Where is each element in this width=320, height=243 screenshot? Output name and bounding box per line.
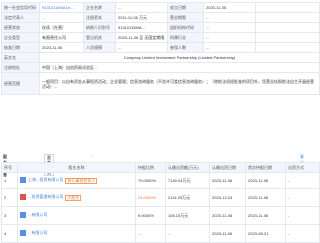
reg-value-extra [255, 2, 320, 13]
method-cell: - [285, 172, 320, 189]
method-cell: - [285, 206, 320, 225]
company-avatar [20, 212, 26, 219]
shareholder-link[interactable]: ...有限公司 [28, 231, 47, 236]
header-cell: 持股比例 [135, 162, 166, 173]
amount-cell: 7140.04万元 [165, 172, 210, 189]
reg-value: 存续（在营） [39, 22, 84, 33]
table-row: 3 ...有限公司 9.0000% 105.15万元 2023-11-06 20… [1, 206, 320, 225]
reg-value: 2011-11-06 万元 [115, 12, 168, 23]
reg-value: ... [203, 22, 256, 33]
ratio-cell: 70.0000% [135, 172, 166, 189]
reg-label: 所属行业 [167, 32, 204, 43]
reg-value: ... [203, 12, 256, 23]
date-cell: 2023-11-06 [209, 206, 246, 225]
row-index: 2 [1, 188, 18, 207]
amount-cell: 105.15万元 [165, 206, 210, 225]
date-cell: 2023-11-06 [209, 172, 246, 189]
company-avatar [20, 194, 26, 201]
legal-rep-link[interactable]: ... [42, 15, 45, 20]
address-value: 中国（上海）自由贸易试验区... [39, 62, 320, 73]
amount-cell: 2114.29万元 [165, 188, 210, 207]
reg-label: 组织机构代码 [167, 22, 204, 33]
reg-label: 成立日期 [167, 2, 204, 13]
reg-label: 法定代表人 [1, 12, 40, 23]
reg-row-2: 法定代表人 ... 注册资本 2011-11-06 万元 营业期限 ... [1, 12, 320, 23]
scope-value: 一般项目：以自有资金从事投资活动；企业管理；信息咨询服务（不含许可类信息咨询服务… [39, 72, 320, 95]
company-avatar [20, 177, 26, 184]
reg-value: ... [203, 32, 256, 43]
reg-label: 经营状态 [1, 22, 40, 33]
shareholder-name-cell: ...有限公司 [17, 206, 136, 225]
ratio-cell: 21.0000% [135, 188, 166, 207]
date-cell: 2023-12-24 [209, 188, 246, 207]
row-index: 3 [1, 206, 18, 225]
reg-value-extra [255, 22, 320, 33]
reg-label: 登记机关 [83, 32, 116, 43]
shareholder-table: 序号 股东名称 持股比例 认缴出资额(万元) 认缴出资日期 首次持股日期 出资方… [1, 162, 320, 243]
reg-row-4: 企业类型 有限责任公司 登记机关 2023-11-06 至 无固定期限 所属行业… [1, 32, 320, 43]
reg-value: 2023-11-06 至 无固定期限 [115, 32, 168, 43]
company-avatar [20, 230, 26, 237]
method-cell: - [285, 188, 320, 207]
reg-row-scope: 经营范围 一般项目：以自有资金从事投资活动；企业管理；信息咨询服务（不含许可类信… [1, 72, 320, 95]
header-cell: 首次持股日期 [245, 162, 286, 173]
table-row: 1 上海...投资有限公司 执行事务合伙人 70.0000% 7140.04万元 … [1, 172, 320, 189]
date-cell: 2023-11-06 [245, 172, 286, 189]
header-cell: 股东名称 [17, 162, 136, 173]
reg-label: 企业名称 [83, 2, 116, 13]
registration-table: 统一社会信用代码 91310115MA1K... 企业名称 ... 成立日期 2… [1, 2, 320, 95]
shareholder-name-cell: 上海...投资有限公司 执行事务合伙人 [17, 172, 136, 189]
shareholder-header: 股东信息 4 最新公示 工商登记 ... ⇩导出 [3, 152, 304, 177]
reg-row-english-name: 英文名 Company Limited Investment Partnersh… [1, 52, 320, 63]
reg-value: 2023-11-06 [39, 42, 84, 53]
reg-link[interactable]: 91310115MA1K... [42, 5, 74, 10]
reg-value: 有限责任公司 [39, 32, 84, 43]
table-header: 序号 股东名称 持股比例 认缴出资额(万元) 认缴出资日期 首次持股日期 出资方… [1, 162, 320, 173]
reg-value: 91310115MA1K... [39, 2, 84, 13]
shareholder-link[interactable]: ...投资管理有限公司 [28, 195, 63, 200]
shareholder-link[interactable]: 上海...投资有限公司 [28, 178, 63, 183]
reg-label: 人员规模 [83, 42, 116, 53]
reg-value-extra [255, 42, 320, 53]
reg-value-extra [255, 12, 320, 23]
reg-value: ... [203, 42, 256, 53]
reg-value-extra [255, 32, 320, 43]
shareholder-link[interactable]: ...有限公司 [28, 213, 47, 218]
reg-label: 注册地址 [1, 62, 40, 73]
role-tag: 大股东 [65, 194, 82, 201]
date-cell: 2023-11-06 [245, 188, 286, 207]
shareholder-note: ... [90, 152, 94, 157]
header-cell: 认缴出资额(万元) [165, 162, 210, 173]
reg-row-address: 注册地址 中国（上海）自由贸易试验区... [1, 62, 320, 73]
reg-row-5: 核准日期 2023-11-06 人员规模 ... 参保人数 ... [1, 42, 320, 53]
table-row: 2 ...投资管理有限公司 大股东 21.0000% 2114.29万元 2023… [1, 188, 320, 207]
ratio-cell: 9.0000% [135, 206, 166, 225]
header-cell: 序号 [1, 162, 18, 173]
reg-label: 营业期限 [167, 12, 204, 23]
reg-row-1: 统一社会信用代码 91310115MA1K... 企业名称 ... 成立日期 2… [1, 2, 320, 13]
role-tag: 执行事务合伙人 [65, 177, 98, 184]
reg-label: 企业类型 [1, 32, 40, 43]
english-name-value: Company Limited Investment Partnership (… [39, 52, 320, 63]
reg-label: 统一社会信用代码 [1, 2, 40, 13]
reg-value: ... [115, 42, 168, 53]
shareholder-name-cell: ...投资管理有限公司 大股东 [17, 188, 136, 207]
reg-value: ... [115, 2, 168, 13]
reg-value: 91310115MA... [115, 22, 168, 33]
address-text: 中国（上海）自由贸易试验区... [42, 64, 98, 70]
date-cell: 2023-11-06 [245, 206, 286, 225]
header-cell: 认缴出资日期 [209, 162, 246, 173]
reg-label: 注册资本 [83, 12, 116, 23]
reg-label: 纳税人识别号 [83, 22, 116, 33]
shareholder-count: 4 [3, 154, 6, 159]
reg-label: 核准日期 [1, 42, 40, 53]
reg-label: 经营范围 [1, 72, 40, 95]
row-index: 1 [1, 172, 18, 189]
reg-label: 参保人数 [167, 42, 204, 53]
reg-row-3: 经营状态 存续（在营） 纳税人识别号 91310115MA... 组织机构代码 … [1, 22, 320, 33]
reg-value: 2020-11-05 [203, 2, 256, 13]
reg-label: 英文名 [1, 52, 40, 63]
reg-value: ... [39, 12, 84, 23]
header-cell: 出资方式 [285, 162, 320, 173]
